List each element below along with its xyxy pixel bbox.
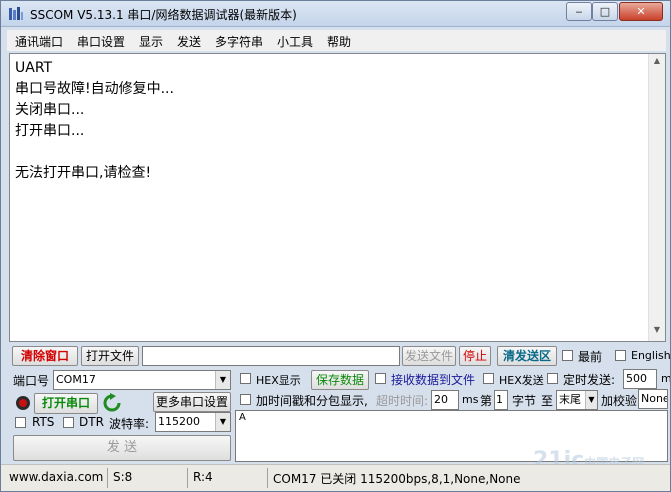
rts-label: RTS xyxy=(32,415,55,429)
timed-interval-input[interactable]: 500 xyxy=(623,369,657,389)
receive-line: 关闭串口... xyxy=(15,102,85,118)
file-path-input[interactable] xyxy=(142,346,400,366)
vertical-scrollbar[interactable]: ▲ ▼ xyxy=(648,54,665,341)
recv-to-file-label: 接收数据到文件 xyxy=(391,373,476,387)
maximize-button[interactable]: □ xyxy=(592,2,618,21)
english-label: English xyxy=(631,349,671,362)
recv-to-file-checkbox[interactable] xyxy=(375,373,386,384)
dtr-checkbox[interactable] xyxy=(63,417,74,428)
topmost-checkbox[interactable] xyxy=(562,350,573,361)
tail-select[interactable]: 末尾 ▼ xyxy=(556,390,598,410)
menu-comm-port[interactable]: 通讯端口 xyxy=(15,33,63,50)
save-data-button[interactable]: 保存数据 xyxy=(311,370,369,390)
topmost-label: 最前 xyxy=(578,350,603,364)
receive-area[interactable]: UART 串口号故障!自动修复中... 关闭串口... 打开串口... 无法打开… xyxy=(9,53,666,342)
baud-value: 115200 xyxy=(158,415,200,428)
close-button[interactable]: ✕ xyxy=(619,2,663,21)
dropdown-arrow-icon[interactable]: ▼ xyxy=(585,391,597,409)
timeout-label: 超时时间: xyxy=(376,394,429,408)
timestamp-label: 加时间戳和分包显示, xyxy=(256,394,368,408)
port-status-led-icon xyxy=(16,396,30,410)
port-value: COM17 xyxy=(56,373,96,386)
baud-label: 波特率: xyxy=(109,417,150,431)
receive-line xyxy=(15,142,174,163)
sent-count: S:8 xyxy=(113,470,133,484)
website-link[interactable]: www.daxia.com xyxy=(9,470,103,484)
timestamp-checkbox[interactable] xyxy=(240,394,251,405)
receive-line: 打开串口... xyxy=(15,123,85,139)
timed-unit-label: m xyxy=(661,372,671,385)
receive-line: 串口号故障!自动修复中... xyxy=(15,81,174,97)
received-count: R:4 xyxy=(193,470,213,484)
dropdown-arrow-icon[interactable]: ▼ xyxy=(215,413,230,431)
to-label: 至 xyxy=(541,394,554,408)
menu-display[interactable]: 显示 xyxy=(139,33,163,50)
hex-send-label: HEX发送 xyxy=(499,374,544,387)
checksum-select[interactable]: None xyxy=(638,389,668,409)
menu-serial-settings[interactable]: 串口设置 xyxy=(77,33,125,50)
port-label: 端口号 xyxy=(13,374,50,388)
open-port-button[interactable]: 打开串口 xyxy=(34,393,98,414)
ms-label: ms xyxy=(462,393,479,406)
hex-send-checkbox[interactable] xyxy=(483,373,494,384)
port-status-text: COM17 已关闭 115200bps,8,1,None,None xyxy=(273,472,521,486)
baud-select[interactable]: 115200 ▼ xyxy=(155,412,231,432)
title-bar: SSCOM V5.13.1 串口/网络数据调试器(最新版本) ‒ □ ✕ xyxy=(1,1,670,27)
receive-line: UART xyxy=(15,60,53,76)
app-icon xyxy=(9,7,23,20)
menu-send[interactable]: 发送 xyxy=(177,33,201,50)
window-title: SSCOM V5.13.1 串口/网络数据调试器(最新版本) xyxy=(30,8,297,22)
timeout-input[interactable]: 20 xyxy=(431,390,459,410)
send-file-button[interactable]: 发送文件 xyxy=(402,346,456,366)
byte-label: 字节 xyxy=(512,394,537,408)
scroll-down-icon[interactable]: ▼ xyxy=(651,325,663,339)
checksum-label: 加校验 xyxy=(601,394,638,408)
open-file-button[interactable]: 打开文件 xyxy=(81,346,139,366)
more-serial-settings-button[interactable]: 更多串口设置 xyxy=(153,392,231,412)
tail-value: 末尾 xyxy=(559,393,581,406)
hex-display-label: HEX显示 xyxy=(256,374,301,387)
refresh-icon[interactable] xyxy=(103,393,121,413)
di-label: 第 xyxy=(480,394,493,408)
clear-send-button[interactable]: 清发送区 xyxy=(497,346,557,366)
minimize-button[interactable]: ‒ xyxy=(566,2,592,21)
stop-button[interactable]: 停止 xyxy=(459,346,491,366)
send-button[interactable]: 发 送 xyxy=(13,435,231,461)
timed-send-label: 定时发送: xyxy=(563,373,616,387)
byte-index-input[interactable]: 1 xyxy=(494,390,508,410)
menu-tools[interactable]: 小工具 xyxy=(277,33,313,50)
menu-help[interactable]: 帮助 xyxy=(327,33,351,50)
menu-multi-string[interactable]: 多字符串 xyxy=(215,33,263,50)
dtr-label: DTR xyxy=(79,415,104,429)
scroll-up-icon[interactable]: ▲ xyxy=(651,56,663,70)
menu-bar: 通讯端口 串口设置 显示 发送 多字符串 小工具 帮助 xyxy=(7,30,666,51)
status-bar: www.daxia.com S:8 R:4 COM17 已关闭 115200bp… xyxy=(1,464,670,491)
rts-checkbox[interactable] xyxy=(15,417,26,428)
timed-send-checkbox[interactable] xyxy=(547,373,558,384)
dropdown-arrow-icon[interactable]: ▼ xyxy=(215,371,230,389)
english-checkbox[interactable] xyxy=(615,350,626,361)
port-select[interactable]: COM17 ▼ xyxy=(53,370,231,390)
clear-window-button[interactable]: 清除窗口 xyxy=(12,346,78,366)
hex-display-checkbox[interactable] xyxy=(240,373,251,384)
receive-line: 无法打开串口,请检查! xyxy=(15,165,152,181)
sscom-window: SSCOM V5.13.1 串口/网络数据调试器(最新版本) ‒ □ ✕ 通讯端… xyxy=(0,0,671,492)
